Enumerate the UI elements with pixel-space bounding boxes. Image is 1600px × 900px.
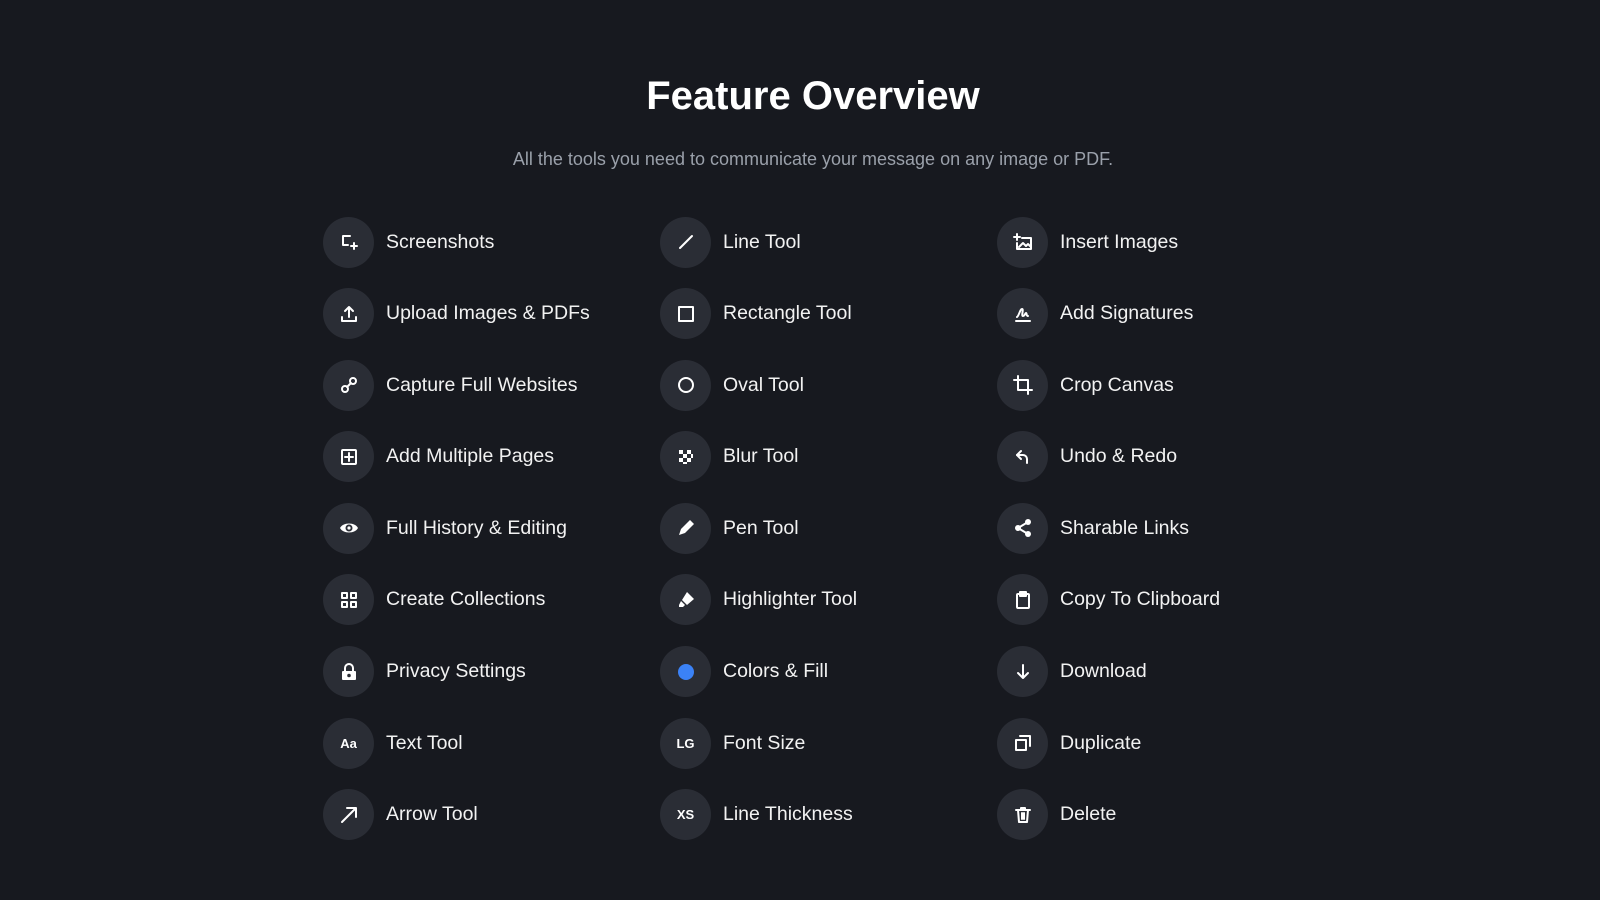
feature-item[interactable]: Privacy Settings [323,646,660,698]
feature-label: Sharable Links [1060,516,1189,539]
link-icon [323,359,374,411]
page-title: Feature Overview [646,74,980,118]
feature-label: Copy To Clipboard [1060,588,1221,611]
feature-item[interactable]: Screenshots [323,216,660,268]
feature-item[interactable]: Highlighter Tool [660,574,997,626]
feature-label: Delete [1060,803,1117,826]
feature-label: Arrow Tool [386,803,478,826]
feature-item[interactable]: Crop Canvas [997,359,1334,411]
feature-label: Full History & Editing [386,516,567,539]
feature-item[interactable]: Add Multiple Pages [323,431,660,483]
feature-label: Blur Tool [723,445,799,468]
feature-label: Font Size [723,731,806,754]
feature-item[interactable]: Download [997,646,1334,698]
line-thickness-icon: XS [660,789,711,841]
clipboard-icon [997,574,1048,626]
trash-icon [997,789,1048,841]
feature-item[interactable]: Arrow Tool [323,789,660,841]
arrow-icon [323,789,374,841]
feature-label: Rectangle Tool [723,302,852,325]
feature-item[interactable]: Rectangle Tool [660,288,997,340]
feature-label: Highlighter Tool [723,588,858,611]
rectangle-icon [660,288,711,340]
highlighter-icon [660,574,711,626]
feature-label: Upload Images & PDFs [386,302,590,325]
grid-icon [323,574,374,626]
checker-blur-icon [660,431,711,483]
crop-icon [997,359,1048,411]
line-icon [660,216,711,268]
text-aa-icon: Aa [323,717,374,769]
feature-item[interactable]: Capture Full Websites [323,359,660,411]
feature-label: Duplicate [1060,731,1142,754]
feature-item[interactable]: Delete [997,789,1334,841]
feature-item[interactable]: Sharable Links [997,502,1334,554]
signature-icon [997,288,1048,340]
feature-item[interactable]: Pen Tool [660,502,997,554]
feature-item[interactable]: Duplicate [997,717,1334,769]
feature-label: Pen Tool [723,516,799,539]
download-icon [997,646,1048,698]
feature-item[interactable]: Upload Images & PDFs [323,288,660,340]
feature-item[interactable]: Oval Tool [660,359,997,411]
feature-label: Create Collections [386,588,546,611]
pen-icon [660,502,711,554]
feature-label: Insert Images [1060,230,1179,253]
feature-grid: Screenshots Line Tool Insert Images Upload … [323,216,1334,860]
feature-label: Crop Canvas [1060,373,1174,396]
lock-icon [323,646,374,698]
feature-item[interactable]: Copy To Clipboard [997,574,1334,626]
feature-label: Download [1060,660,1147,683]
feature-item[interactable]: Add Signatures [997,288,1334,340]
feature-label: Colors & Fill [723,660,829,683]
eye-icon [323,502,374,554]
feature-label: Add Multiple Pages [386,445,555,468]
font-size-icon: LG [660,717,711,769]
feature-label: Privacy Settings [386,660,526,683]
undo-icon [997,431,1048,483]
feature-item[interactable]: Blur Tool [660,431,997,483]
add-page-icon [323,431,374,483]
feature-item[interactable]: Full History & Editing [323,502,660,554]
feature-label: Add Signatures [1060,302,1194,325]
share-icon [997,502,1048,554]
icon-text: XS [676,807,695,823]
feature-item[interactable]: Insert Images [997,216,1334,268]
feature-label: Text Tool [386,731,463,754]
insert-image-icon [997,216,1048,268]
feature-item[interactable]: Create Collections [323,574,660,626]
feature-item[interactable]: LG Font Size [660,717,997,769]
icon-text: LG [676,735,695,751]
color-dot-icon [660,646,711,698]
icon-text: Aa [340,735,357,751]
screenshot-add-icon [323,216,374,268]
feature-item[interactable]: Aa Text Tool [323,717,660,769]
feature-label: Line Thickness [723,803,853,826]
circle-icon [660,359,711,411]
feature-label: Undo & Redo [1060,445,1178,468]
page-subtitle: All the tools you need to communicate yo… [512,149,1114,169]
duplicate-icon [997,717,1048,769]
feature-item[interactable]: Line Tool [660,216,997,268]
feature-item[interactable]: XS Line Thickness [660,789,997,841]
feature-item[interactable]: Undo & Redo [997,431,1334,483]
feature-item[interactable]: Colors & Fill [660,646,997,698]
feature-label: Capture Full Websites [386,373,578,396]
feature-label: Line Tool [723,230,801,253]
upload-icon [323,288,374,340]
feature-label: Oval Tool [723,373,804,396]
feature-label: Screenshots [386,230,495,253]
